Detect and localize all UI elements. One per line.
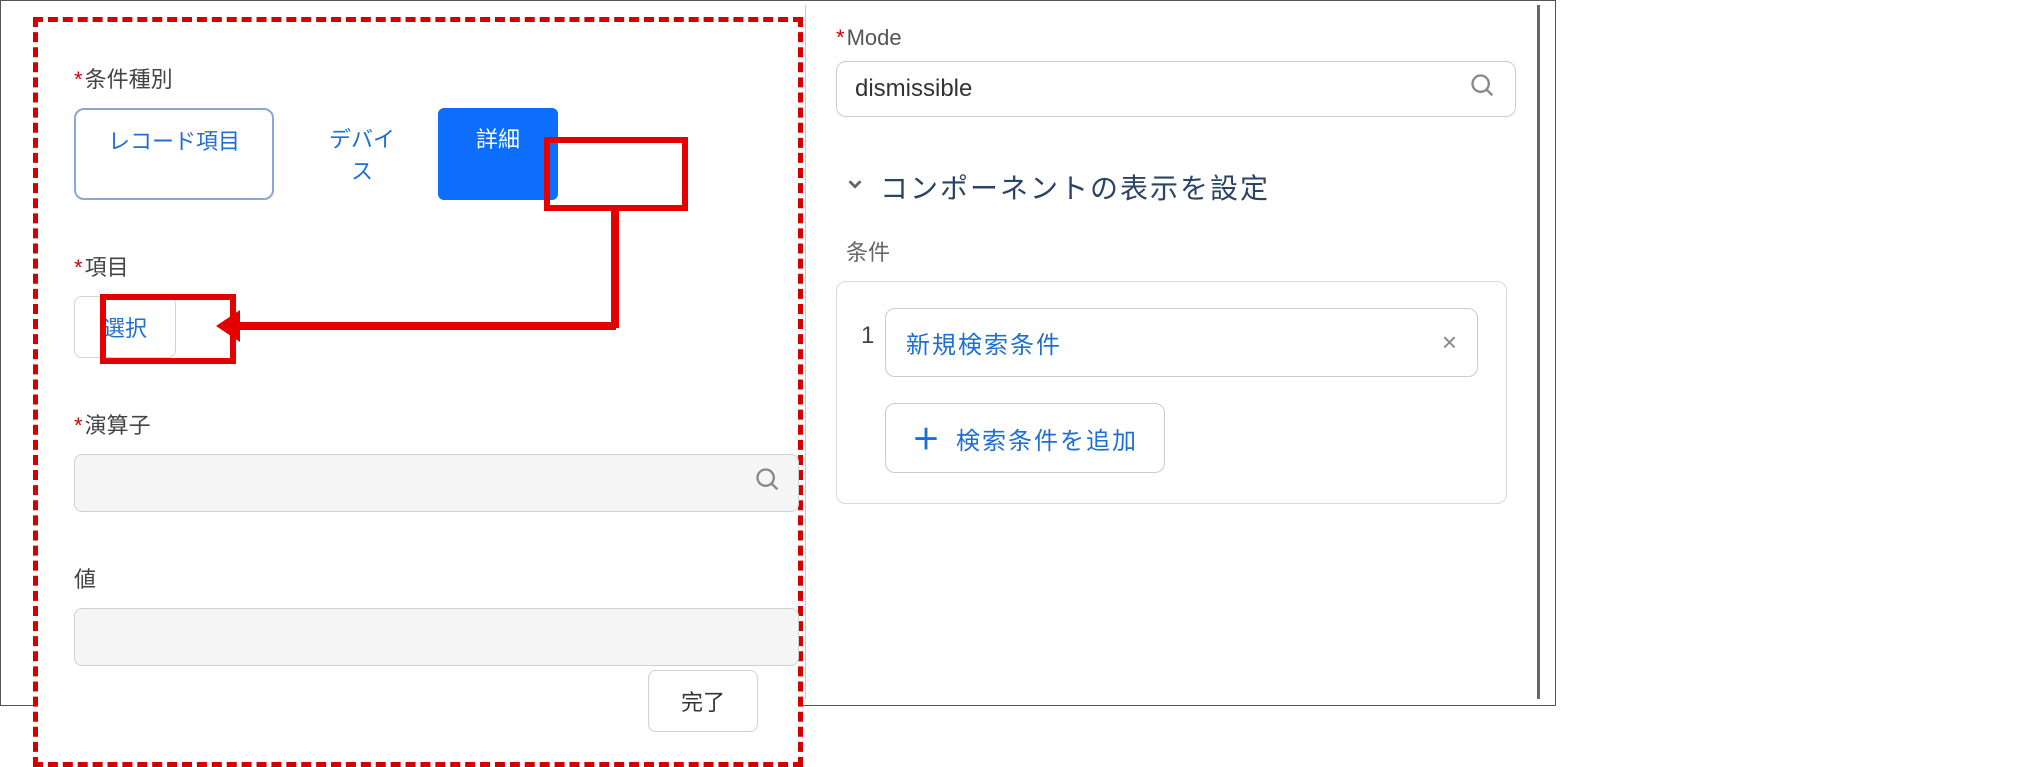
search-icon <box>754 466 782 500</box>
required-asterisk: * <box>74 413 83 438</box>
filter-editor-panel: *条件種別 レコード項目 デバイス 詳細 *項目 選択 *演算子 <box>33 17 803 767</box>
required-asterisk: * <box>74 67 83 92</box>
app-frame: *条件種別 レコード項目 デバイス 詳細 *項目 選択 *演算子 <box>0 0 1556 706</box>
annotation-arrowhead-icon <box>216 310 240 342</box>
item-label: *項目 <box>74 250 768 282</box>
conditions-container: 1 新規検索条件 × ＋ 検索条件を追加 <box>836 281 1507 504</box>
condition-card[interactable]: 新規検索条件 × <box>885 308 1478 377</box>
annotation-arrow-vertical <box>611 208 619 328</box>
condition-number: 1 <box>861 322 874 350</box>
operator-label: *演算子 <box>74 408 768 440</box>
segment-device[interactable]: デバイス <box>292 108 432 200</box>
add-condition-label: 検索条件を追加 <box>956 421 1138 456</box>
close-icon[interactable]: × <box>1442 327 1457 358</box>
mode-value-text: dismissible <box>855 75 972 103</box>
value-input[interactable] <box>74 608 799 666</box>
done-button[interactable]: 完了 <box>648 670 758 732</box>
search-icon <box>1469 72 1497 107</box>
required-asterisk: * <box>836 25 845 50</box>
item-section: *項目 選択 <box>74 250 768 358</box>
mode-label: *Mode <box>836 25 1507 51</box>
select-field-button[interactable]: 選択 <box>74 296 176 358</box>
segment-detail[interactable]: 詳細 <box>438 108 558 200</box>
condition-type-text: 条件種別 <box>85 67 173 92</box>
plus-icon: ＋ <box>912 418 942 458</box>
item-label-text: 項目 <box>85 255 129 280</box>
value-label: 値 <box>74 562 768 594</box>
mode-input[interactable]: dismissible <box>836 61 1516 117</box>
mode-label-text: Mode <box>847 25 902 50</box>
value-label-text: 値 <box>74 567 96 592</box>
chevron-down-icon <box>844 173 866 201</box>
condition-type-label: *条件種別 <box>74 62 768 94</box>
condition-name: 新規検索条件 <box>906 325 1062 360</box>
required-asterisk: * <box>74 255 83 280</box>
value-section: 値 <box>74 562 768 666</box>
operator-section: *演算子 <box>74 408 768 512</box>
add-condition-button[interactable]: ＋ 検索条件を追加 <box>885 403 1165 473</box>
operator-input[interactable] <box>74 454 799 512</box>
condition-type-segments: レコード項目 デバイス 詳細 <box>74 108 768 200</box>
visibility-section-title: コンポーネントの表示を設定 <box>880 167 1270 207</box>
annotation-arrow-horizontal <box>238 322 616 330</box>
visibility-section-header[interactable]: コンポーネントの表示を設定 <box>836 167 1507 207</box>
operator-label-text: 演算子 <box>85 413 151 438</box>
properties-panel: *Mode dismissible コンポーネントの表示を設定 条件 1 新規検… <box>805 5 1540 699</box>
conditions-label: 条件 <box>846 235 1507 267</box>
segment-record-field[interactable]: レコード項目 <box>74 108 274 200</box>
